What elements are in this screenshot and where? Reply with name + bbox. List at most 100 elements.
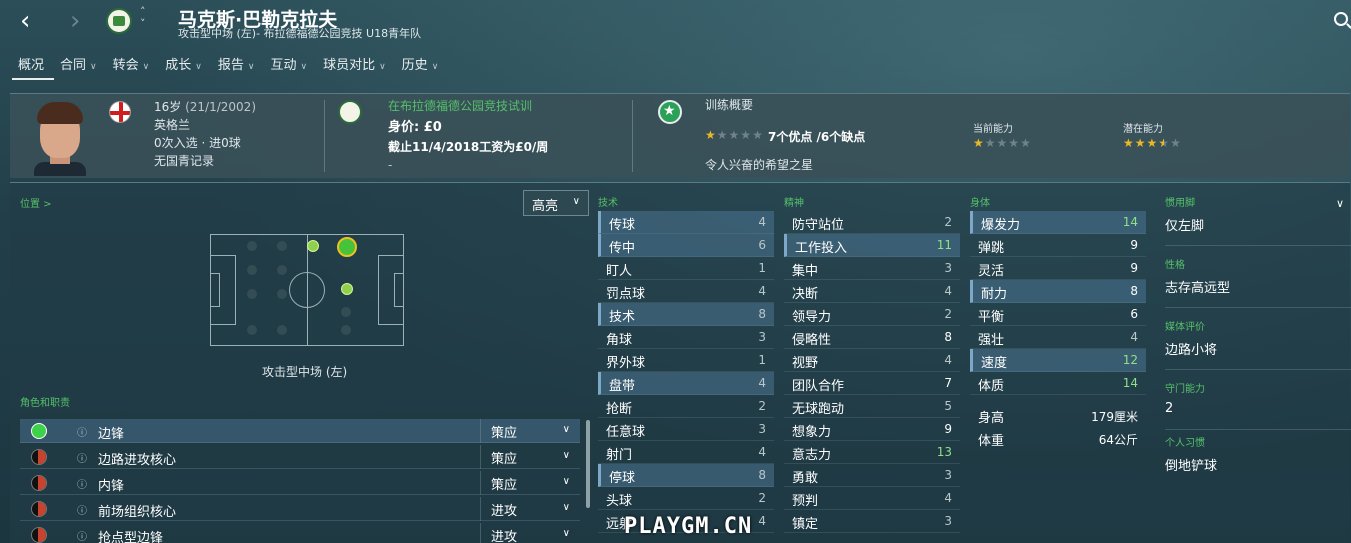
duty-value: 策应 [491,426,518,441]
attribute-row[interactable]: 预判 4 [784,487,960,510]
info-icon[interactable]: ⓘ [77,476,87,491]
attribute-name: 工作投入 [795,241,848,256]
attribute-row[interactable]: 速度 12 [970,349,1146,372]
attribute-row[interactable]: 头球 2 [598,487,774,510]
attribute-row[interactable]: 防守站位 2 [784,211,960,234]
attribute-row[interactable]: 想象力 9 [784,418,960,441]
media-description: 媒体评价 边路小将 [1165,318,1351,370]
attribute-value: 4 [944,491,952,505]
attribute-row[interactable]: 无球跑动 5 [784,395,960,418]
attribute-row[interactable]: 耐力 8 [970,280,1146,303]
duty-value: 策应 [491,452,518,467]
attribute-name: 视野 [792,356,819,371]
role-row[interactable]: ⓘ 边锋 策应 ∨ [20,419,580,443]
attribute-name: 传球 [609,218,636,233]
attribute-row[interactable]: 侵略性 8 [784,326,960,349]
chevron-right-icon[interactable]: › [70,8,80,34]
chevron-down-icon: ∨ [379,62,386,72]
duty-select[interactable]: 进攻 ∨ [480,523,580,543]
role-row[interactable]: ⓘ 边路进攻核心 策应 ∨ [20,445,580,469]
attribute-value: 2 [944,307,952,321]
duty-select[interactable]: 策应 ∨ [480,419,580,443]
attribute-row[interactable]: 角球 3 [598,326,774,349]
attribute-row[interactable]: 决断 4 [784,280,960,303]
star-icon: ★ [1123,136,1135,150]
attribute-row[interactable]: 技术 8 [598,303,774,326]
attribute-row[interactable]: 工作投入 11 [784,234,960,257]
player-switch-arrows[interactable]: ˄ ˅ [140,6,146,30]
attribute-row[interactable]: 界外球 1 [598,349,774,372]
divider [632,100,633,172]
role-row[interactable]: ⓘ 内锋 策应 ∨ [20,471,580,495]
role-suitability-icon [31,475,47,491]
mental-title: 精神 [784,198,804,209]
attribute-row[interactable]: 盘带 4 [598,372,774,395]
attribute-name: 决断 [792,287,819,302]
role-row[interactable]: ⓘ 抢点型边锋 进攻 ∨ [20,523,580,543]
star-icon: ★ [1134,136,1147,150]
tab-label: 历史 [401,58,428,73]
chevron-down-icon: ∨ [572,196,580,207]
info-icon[interactable]: ⓘ [77,502,87,517]
position-dot-primary [337,237,357,257]
trial-status[interactable]: 在布拉德福德公园竞技试训 [388,97,532,114]
info-icon[interactable]: ⓘ [77,424,87,439]
duty-select[interactable]: 进攻 ∨ [480,497,580,521]
club-badge-icon[interactable] [106,8,132,34]
potential-ability-stars: ★★★★★ [1123,136,1182,150]
technical-attributes: 传球 4 传中 6 盯人 1 罚点球 4 技术 8 角球 3 界外球 1 盘带 4 抢断 2 任意球 3 射门 4 停球 8 头… [598,211,774,533]
attribute-value: 4 [758,215,766,229]
attribute-row[interactable]: 集中 3 [784,257,960,280]
attribute-row[interactable]: 体质 14 [970,372,1146,395]
tab-compare[interactable]: 球员对比 ∨ [317,56,396,80]
position-pitch [210,234,404,346]
attribute-row[interactable]: 任意球 3 [598,418,774,441]
attribute-row[interactable]: 抢断 2 [598,395,774,418]
attribute-value: 7 [944,376,952,390]
info-icon[interactable]: ⓘ [77,450,87,465]
tab-development[interactable]: 成长 ∨ [159,56,212,80]
attribute-name: 团队合作 [792,379,845,394]
attribute-row[interactable]: 罚点球 4 [598,280,774,303]
watermark: PLAYGM.CN [624,514,753,539]
attribute-name: 弹跳 [978,241,1005,256]
duty-select[interactable]: 策应 ∨ [480,445,580,469]
star-icon: ★ [740,128,753,142]
attribute-row[interactable]: 意志力 13 [784,441,960,464]
attribute-row[interactable]: 强壮 4 [970,326,1146,349]
tab-contract[interactable]: 合同 ∨ [54,56,107,80]
chevron-left-icon[interactable]: ‹ [20,8,30,34]
tab-history[interactable]: 历史 ∨ [396,56,449,80]
position-link[interactable]: 位置 > [20,195,52,210]
tab-transfer[interactable]: 转会 ∨ [107,56,160,80]
attribute-row[interactable]: 爆发力 14 [970,211,1146,234]
roles-scrollbar[interactable] [586,420,590,508]
search-icon[interactable] [1334,12,1348,26]
attribute-row[interactable]: 平衡 6 [970,303,1146,326]
role-row[interactable]: ⓘ 前场组织核心 进攻 ∨ [20,497,580,521]
attribute-row[interactable]: 灵活 9 [970,257,1146,280]
tab-reports[interactable]: 报告 ∨ [212,56,265,80]
highlight-select[interactable]: 高亮 ∨ [523,190,589,216]
goalkeeping: 守门能力 2 [1165,380,1351,430]
attribute-row[interactable]: 团队合作 7 [784,372,960,395]
attribute-row[interactable]: 勇敢 3 [784,464,960,487]
tab-interaction[interactable]: 互动 ∨ [264,56,317,80]
attribute-value: 5 [944,399,952,413]
duty-select[interactable]: 策应 ∨ [480,471,580,495]
attribute-row[interactable]: 传球 4 [598,211,774,234]
attribute-row[interactable]: 盯人 1 [598,257,774,280]
attribute-row[interactable]: 视野 4 [784,349,960,372]
attribute-row[interactable]: 停球 8 [598,464,774,487]
attribute-row[interactable]: 镇定 3 [784,510,960,533]
attribute-row[interactable]: 弹跳 9 [970,234,1146,257]
info-icon[interactable]: ⓘ [77,528,87,543]
attribute-name: 罚点球 [606,287,646,302]
attribute-row[interactable]: 领导力 2 [784,303,960,326]
attribute-row[interactable]: 射门 4 [598,441,774,464]
tab-label: 互动 [270,58,297,73]
chevron-down-icon[interactable]: ˅ [140,18,146,30]
star-icon: ★ [1146,136,1159,150]
attribute-row[interactable]: 传中 6 [598,234,774,257]
tab-overview[interactable]: 概况 [12,56,55,80]
